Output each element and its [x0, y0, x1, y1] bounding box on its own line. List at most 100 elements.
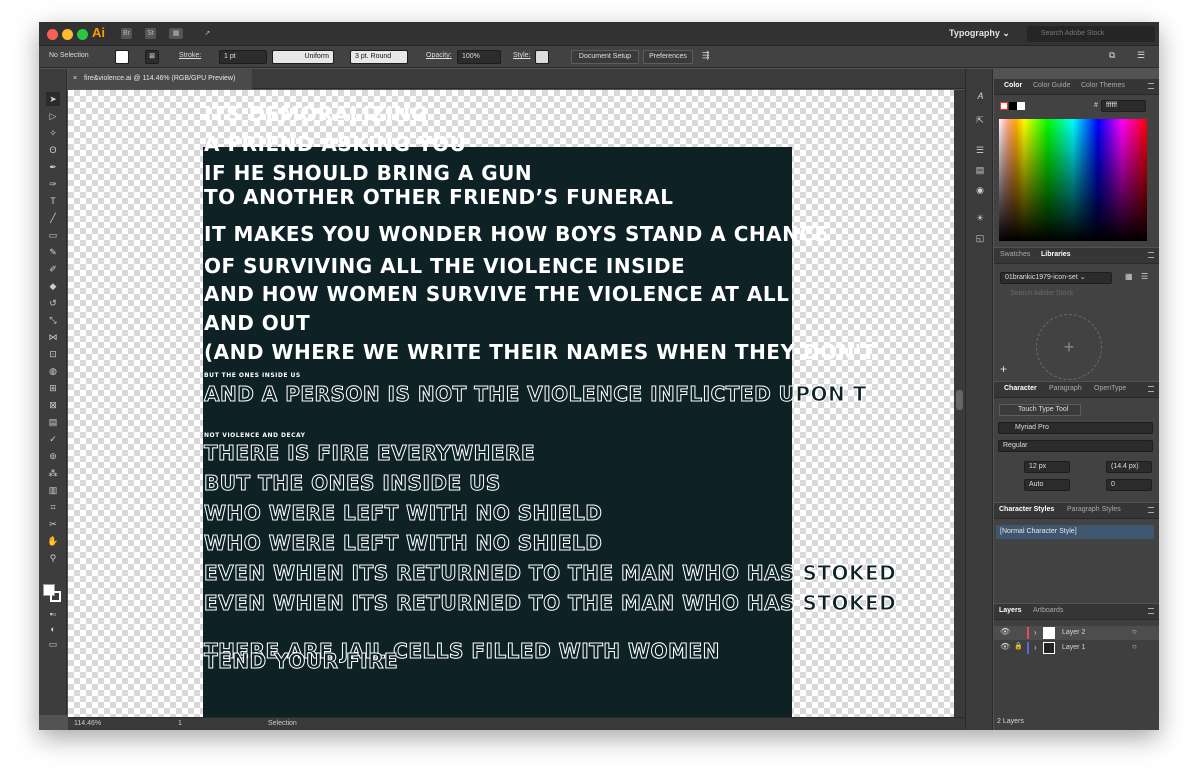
document-setup-button[interactable]: Document Setup [571, 50, 639, 64]
workspace-switcher[interactable]: Typography ⌄ [949, 28, 1010, 39]
layers-panel-menu-icon[interactable] [1148, 608, 1154, 614]
kerning-input[interactable]: Auto [1024, 479, 1070, 491]
document-tab[interactable]: × fire&violence.ai @ 114.46% (RGB/GPU Pr… [68, 69, 252, 89]
tab-color-themes[interactable]: Color Themes [1081, 82, 1125, 89]
panel-menu-icon[interactable]: ☰ [1137, 50, 1145, 61]
poem-line[interactable]: WHO WERE LEFT WITH NO SHIELD [203, 501, 602, 526]
curvature-tool-icon[interactable]: ✑ [46, 177, 60, 191]
tab-artboards[interactable]: Artboards [1033, 607, 1063, 614]
tab-character[interactable]: Character [1004, 385, 1037, 392]
poem-line[interactable]: BUT THE ONES INSIDE US [204, 372, 301, 379]
tab-character-styles[interactable]: Character Styles [999, 506, 1054, 513]
tab-swatches[interactable]: Swatches [1000, 251, 1030, 258]
opacity-input[interactable]: 100% [457, 50, 501, 64]
style-label[interactable]: Style: [513, 52, 531, 59]
type-tool-icon[interactable]: T [46, 194, 60, 208]
appearance-icon[interactable]: ☀ [973, 211, 987, 225]
symbol-sprayer-tool-icon[interactable]: ⁂ [46, 466, 60, 480]
perspective-grid-tool-icon[interactable]: ⊞ [46, 381, 60, 395]
poem-line[interactable]: WHO WERE LEFT WITH NO SHIELD [203, 531, 602, 556]
opacity-label[interactable]: Opacity: [426, 52, 452, 59]
blend-tool-icon[interactable]: ⊚ [46, 449, 60, 463]
variable-width-profile[interactable]: Uniform [272, 50, 334, 64]
type-panel-icon[interactable]: 𝐴 [973, 89, 987, 103]
poem-line[interactable]: TO ANOTHER OTHER FRIEND’S FUNERAL [204, 185, 674, 209]
align-icon[interactable]: ⧉ [1109, 50, 1115, 61]
graphic-style-swatch[interactable] [535, 50, 549, 64]
scale-tool-icon[interactable]: ⤡ [46, 313, 60, 327]
width-tool-icon[interactable]: ⋈ [46, 330, 60, 344]
normal-character-style-item[interactable]: [Normal Character Style] [996, 525, 1154, 539]
export-icon[interactable]: ⇱ [973, 113, 987, 127]
lasso-tool-icon[interactable]: ʘ [46, 143, 60, 157]
character-panel-menu-icon[interactable] [1148, 386, 1154, 392]
stroke-color-icon[interactable] [50, 591, 61, 602]
graph-tool-icon[interactable]: ▥ [46, 483, 60, 497]
expand-arrow-icon[interactable]: › [1034, 628, 1037, 637]
draw-mode-icon[interactable]: ◐ [46, 622, 60, 636]
poem-line[interactable]: IF HE SHOULD BRING A GUN [204, 161, 532, 185]
slice-tool-icon[interactable]: ✂ [46, 517, 60, 531]
gradient-tool-icon[interactable]: ▤ [46, 415, 60, 429]
gradient-panel-icon[interactable]: ▤ [973, 163, 987, 177]
hand-tool-icon[interactable]: ✋ [46, 534, 60, 548]
none-swatch[interactable] [1000, 102, 1008, 110]
poem-line[interactable]: OF SURVIVING ALL THE VIOLENCE INSIDE [204, 254, 685, 278]
poem-line[interactable]: THERE IS FIRE EVERYWHERE [203, 441, 535, 466]
black-swatch[interactable] [1009, 102, 1017, 110]
layer-row-1[interactable]: 👁 🔒 › Layer 1 ○ [994, 641, 1159, 655]
artboard-tool-icon[interactable]: ⌗ [46, 500, 60, 514]
poem-line[interactable]: A FRIEND ASKING YOU [204, 132, 466, 156]
brush-definition[interactable]: 3 pt. Round [350, 50, 408, 64]
selection-tool-icon[interactable]: ➤ [46, 92, 60, 106]
layer-row-2[interactable]: 👁 › Layer 2 ○ [994, 626, 1159, 640]
visibility-eye-icon[interactable]: 👁 [1000, 627, 1010, 636]
screen-mode-icon[interactable]: ▭ [46, 637, 60, 651]
add-asset-icon[interactable]: + [1000, 362, 1007, 376]
library-search-input[interactable]: Search Adobe Stock [998, 288, 1153, 300]
mesh-tool-icon[interactable]: ⊠ [46, 398, 60, 412]
stroke-label[interactable]: Stroke: [179, 52, 201, 59]
tab-color-guide[interactable]: Color Guide [1033, 82, 1070, 89]
align-panel-icon[interactable]: ☰ [973, 143, 987, 157]
poem-line[interactable]: AND HOW WOMEN SURVIVE THE VIOLENCE AT AL… [204, 282, 789, 306]
poem-line[interactable]: (AND WHERE WE WRITE THEIR NAMES WHEN THE… [204, 340, 876, 364]
gpu-performance-icon[interactable]: ➚ [202, 28, 213, 39]
line-tool-icon[interactable]: ╱ [46, 211, 60, 225]
stroke-swatch[interactable]: ⊠ [145, 50, 159, 64]
free-transform-tool-icon[interactable]: ⊡ [46, 347, 60, 361]
vertical-scrollbar[interactable] [954, 90, 965, 717]
stock-search-input[interactable]: Search Adobe Stock [1027, 26, 1155, 42]
tab-opentype[interactable]: OpenType [1094, 385, 1126, 392]
tab-paragraph[interactable]: Paragraph [1049, 385, 1082, 392]
poem-line[interactable]: NOT VIOLENCE AND DECAY [204, 432, 305, 439]
fill-swatch[interactable] [115, 50, 129, 64]
rotate-tool-icon[interactable]: ↺ [46, 296, 60, 310]
preferences-button[interactable]: Preferences [643, 50, 693, 64]
tab-layers[interactable]: Layers [999, 607, 1022, 614]
zoom-window-button[interactable] [77, 29, 88, 40]
zoom-tool-icon[interactable]: ⚲ [46, 551, 60, 565]
paintbrush-tool-icon[interactable]: ✎ [46, 245, 60, 259]
canvas[interactable]: ITS DEMORALIZING A FRIEND ASKING YOU IF HE… [68, 90, 954, 717]
magic-wand-tool-icon[interactable]: ✧ [46, 126, 60, 140]
font-size-input[interactable]: 12 px [1024, 461, 1070, 473]
stroke-weight-input[interactable]: 1 pt [219, 50, 267, 64]
close-tab-icon[interactable]: × [73, 69, 77, 89]
poem-line[interactable]: BUT THE ONES INSIDE US [204, 471, 501, 496]
artboard-number[interactable]: 1 [178, 720, 182, 727]
tab-paragraph-styles[interactable]: Paragraph Styles [1067, 506, 1121, 513]
shaper-tool-icon[interactable]: ✐ [46, 262, 60, 276]
arrange-documents-icon[interactable]: ▦ [169, 28, 183, 39]
eraser-tool-icon[interactable]: ◆ [46, 279, 60, 293]
poem-line[interactable]: EVEN WHEN ITS RETURNED TO THE MAN WHO HA… [203, 591, 896, 616]
bridge-icon[interactable]: Br [121, 28, 132, 39]
add-content-icon[interactable]: + [1036, 314, 1102, 380]
poem-line[interactable]: IT MAKES YOU WONDER HOW BOYS STAND A CHA… [204, 222, 829, 246]
status-mode[interactable]: Selection [268, 720, 297, 727]
list-view-icon[interactable]: ☰ [1141, 272, 1148, 281]
color-spectrum[interactable] [999, 119, 1147, 241]
hex-input[interactable]: ffffff [1101, 100, 1146, 112]
scroll-thumb[interactable] [956, 390, 963, 410]
grid-view-icon[interactable]: ▦ [1125, 272, 1133, 281]
